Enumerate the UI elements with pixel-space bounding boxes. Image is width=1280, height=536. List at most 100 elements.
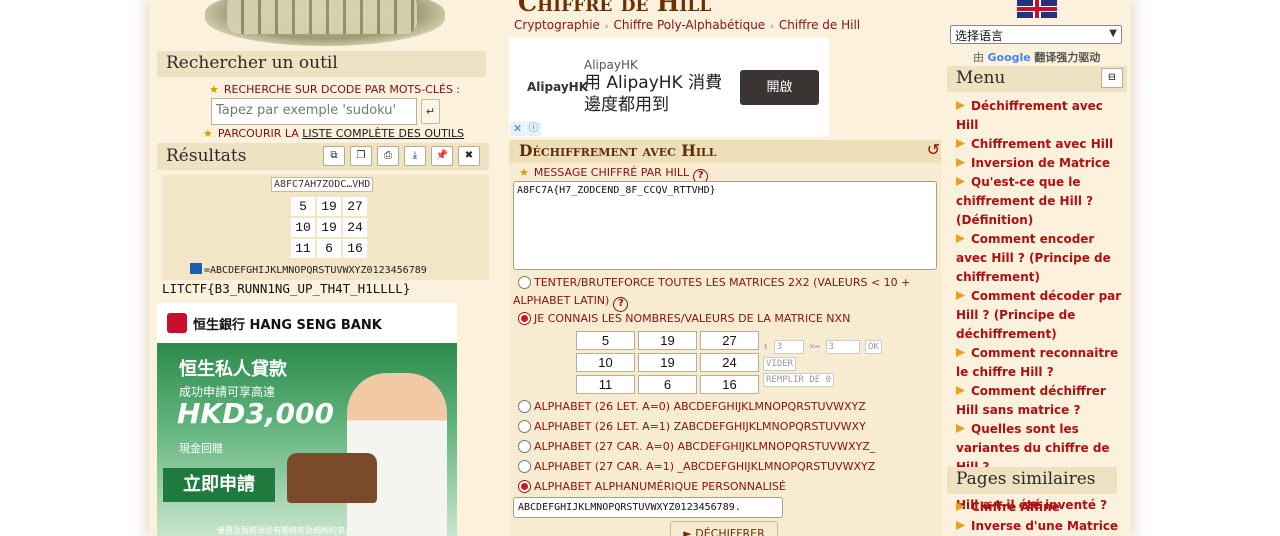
matrix-cell[interactable]: 11 [291, 239, 315, 258]
result-alphabet: =ABCDEFGHIJKLMNOPQRSTUVWXYZ0123456789 [190, 263, 427, 276]
search-submit-button[interactable]: ↵ [421, 99, 440, 124]
menu-item[interactable]: Inversion de Matrice [956, 154, 1126, 173]
alphabet-option[interactable]: ALPHABET (27 CAR. A=1) _ABCDEFGHIJKLMNOP… [518, 460, 875, 473]
search-input[interactable]: Tapez par exemple 'sudoku' [211, 98, 417, 125]
alphabet-radio[interactable] [518, 400, 531, 413]
collapse-icon[interactable]: ⊟ [1101, 68, 1123, 88]
alphabet-option[interactable]: ALPHABET (26 LET. A=1) ZABCDEFGHIJKLMNOP… [518, 420, 866, 433]
similar-list: Chiffre Affine Inverse d'une Matrice [956, 498, 1126, 536]
alphabet-option[interactable]: ALPHABET (26 LET. A=0) ABCDEFGHIJKLMNOPQ… [518, 400, 866, 413]
matrix-input[interactable]: 6 [638, 375, 697, 394]
alphabet-radio[interactable] [518, 420, 531, 433]
chevron-down-icon: ▼ [1109, 28, 1117, 39]
reset-icon[interactable]: ↺ [927, 140, 940, 159]
matrix-input[interactable]: 16 [700, 375, 759, 394]
bullet-icon [956, 424, 965, 433]
ad-info-icon[interactable]: ⓘ [526, 122, 541, 136]
browse-tools: ★ Parcourir la liste complète des outils [203, 127, 465, 140]
search-section-header: Rechercher un outil [157, 51, 486, 77]
bullet-icon [956, 502, 965, 511]
bullet-icon [956, 291, 965, 300]
matrix-input[interactable]: 10 [576, 353, 635, 372]
custom-alphabet-input[interactable]: ABCDEFGHIJKLMNOPQRSTUVWXYZ0123456789. [513, 497, 783, 518]
alipay-ad[interactable]: AlipayHK AlipayHK 用 AlipayHK 消費 邊度都用到 開啟… [509, 38, 829, 137]
fill-zero-button[interactable]: REMPLIR DE 0 [763, 373, 835, 387]
similar-item[interactable]: Inverse d'une Matrice [956, 517, 1126, 536]
alipay-logo: AlipayHK [527, 80, 588, 94]
matrix-cell[interactable]: 6 [317, 239, 341, 258]
menu-heading: Menu [956, 68, 1006, 88]
menu-item[interactable]: Comment encoder avec Hill ? (Principe de… [956, 230, 1126, 287]
menu-item[interactable]: Chiffrement avec Hill [956, 135, 1126, 154]
matrix-input[interactable]: 27 [700, 331, 759, 350]
similar-pages-header: Pages similaires [947, 467, 1117, 494]
known-matrix-radio[interactable] [518, 312, 531, 325]
page-title: Chiffre de Hill [518, 0, 712, 17]
bruteforce-radio[interactable] [518, 276, 531, 289]
cipher-summary[interactable]: A8FC7AH7ZODC…VHD [271, 177, 374, 192]
alphabet-radio[interactable] [518, 440, 531, 453]
breadcrumb: Cryptographie › Chiffre Poly-Alphabétique ›… [514, 18, 860, 32]
ad-close-icon[interactable]: ✕ [510, 122, 525, 136]
pin-icon[interactable]: 📌 [431, 146, 453, 166]
ad-fine-print: 優惠及服務須受有關條款及細則約束。 [217, 526, 353, 535]
alphabet-option[interactable]: ALPHABET (27 CAR. A=0) ABCDEFGHIJKLMNOPQ… [518, 440, 875, 453]
matrix-cell[interactable]: 19 [317, 197, 341, 216]
rows-input[interactable]: 3 [773, 340, 804, 354]
hang-seng-logo [167, 313, 187, 333]
menu-item[interactable]: Comment déchiffrer Hill sans matrice ? [956, 382, 1126, 420]
close-icon[interactable]: ✖ [458, 146, 480, 166]
cols-input[interactable]: 3 [825, 340, 860, 354]
ok-button[interactable]: OK [864, 340, 882, 354]
results-toolbar: ⧉ ❐ ⎙ ⤓ 📌 ✖ [323, 146, 480, 166]
print-icon[interactable]: ⎙ [377, 146, 399, 166]
menu-item[interactable]: Déchiffrement avec Hill [956, 97, 1126, 135]
breadcrumb-separator-icon: › [604, 22, 609, 32]
plaintext-result[interactable]: LITCTF{B3_RUNN1NG_UP_TH4T_H1LLLL} [162, 281, 410, 296]
matrix-cell[interactable]: 27 [343, 197, 367, 216]
download-icon[interactable]: ⤓ [404, 146, 426, 166]
duplicate-icon[interactable]: ❐ [350, 146, 372, 166]
english-flag-icon[interactable] [1017, 0, 1057, 18]
menu-item[interactable]: Comment reconnaitre le chiffre Hill ? [956, 344, 1126, 382]
menu-item[interactable]: Qu'est-ce que le chiffrement de Hill ? (… [956, 173, 1126, 230]
matrix-cell[interactable]: 19 [317, 218, 341, 237]
clear-matrix: VIDER [763, 357, 797, 371]
bruteforce-option[interactable]: Tenter/Bruteforce toutes les matrices 2x… [518, 276, 910, 289]
similar-item[interactable]: Chiffre Affine [956, 498, 1126, 517]
matrix-input[interactable]: 19 [638, 331, 697, 350]
star-icon: ★ [203, 127, 213, 140]
matrix-input[interactable]: 5 [576, 331, 635, 350]
alphabet-option-custom[interactable]: ALPHABET ALPHANUMÉRIQUE PERSONNALISÉ [518, 480, 786, 493]
matrix-cell[interactable]: 24 [343, 218, 367, 237]
breadcrumb-link[interactable]: Chiffre de Hill [779, 18, 860, 32]
star-icon: ★ [519, 166, 529, 179]
bullet-icon [956, 234, 965, 243]
breadcrumb-link[interactable]: Chiffre Poly-Alphabétique [614, 18, 766, 32]
cipher-textarea[interactable]: A8FC7A{H7_ZODCEND_8F_CCQV_RTTVHD} [513, 181, 937, 270]
matrix-cell[interactable]: 16 [343, 239, 367, 258]
tools-list-link[interactable]: liste complète des outils [302, 127, 464, 140]
copy-icon[interactable]: ⧉ [323, 146, 345, 166]
matrix-input[interactable]: 24 [700, 353, 759, 372]
menu-item[interactable]: Comment décoder par Hill ? (Principe de … [956, 287, 1126, 344]
alphabet-radio[interactable] [518, 460, 531, 473]
clear-button[interactable]: VIDER [763, 357, 797, 371]
alphabet-radio[interactable] [518, 480, 531, 493]
google-translate-credit: 由 Google 翻译强力驱动 [973, 51, 1101, 64]
matrix-cell[interactable]: 10 [291, 218, 315, 237]
breadcrumb-link[interactable]: Cryptographie [514, 18, 600, 32]
ad-apply-button[interactable]: 立即申請 [163, 468, 275, 502]
ad-brand: 恒生銀行 HANG SENG BANK [157, 303, 457, 343]
language-select[interactable]: 选择语言 ▼ [950, 25, 1122, 44]
ad-open-button[interactable]: 開啟 [740, 70, 819, 105]
matrix-input[interactable]: 11 [576, 375, 635, 394]
matrix-input[interactable]: 19 [638, 353, 697, 372]
decrypt-button[interactable]: ► DÉCHIFFRER [670, 521, 778, 536]
hang-seng-ad[interactable]: 恒生銀行 HANG SENG BANK 恒生私人貸款 成功申請可享高達 HKD3… [157, 303, 457, 536]
results-box: A8FC7AH7ZODC…VHD 5 19 27 10 19 24 11 6 16 =ABC… [162, 175, 489, 280]
help-icon[interactable]: ? [613, 297, 629, 312]
known-matrix-option[interactable]: Je connais les nombres/valeurs de la mat… [518, 312, 850, 325]
bullet-icon [956, 158, 965, 167]
matrix-cell[interactable]: 5 [291, 197, 315, 216]
